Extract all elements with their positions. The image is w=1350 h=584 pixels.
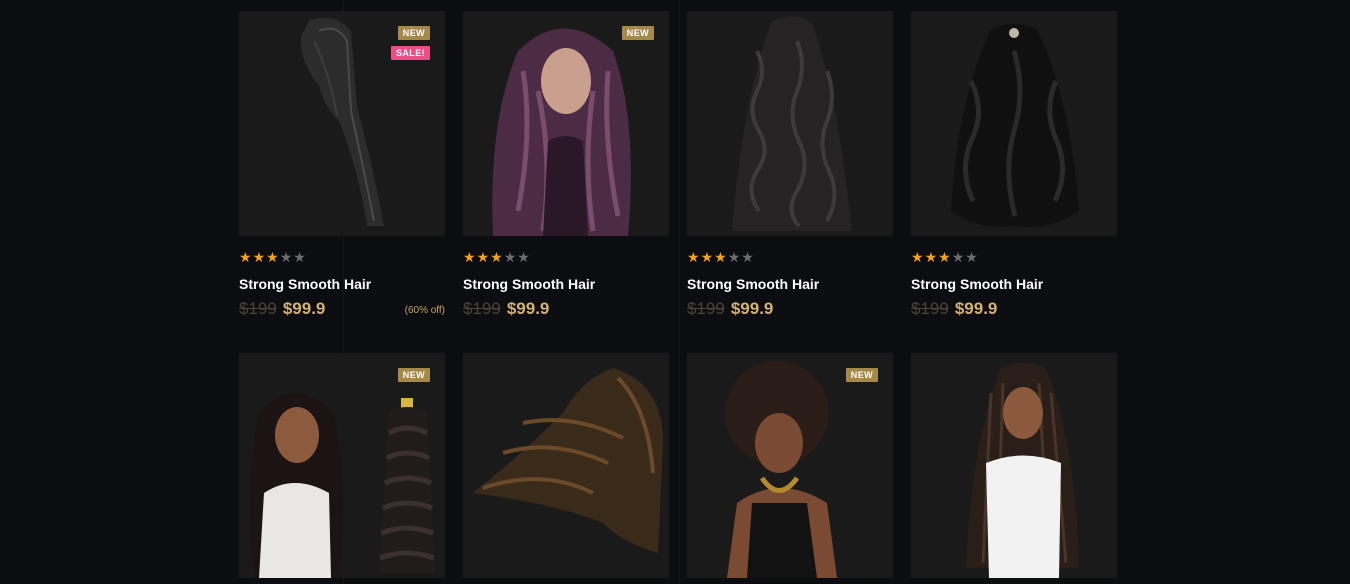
product-image[interactable]: NEW (687, 353, 893, 578)
product-image[interactable]: NEW SALE! (239, 11, 445, 236)
star-icon: ★ (741, 249, 754, 265)
star-icon: ★ (951, 249, 965, 265)
product-card[interactable] (463, 353, 669, 578)
star-icon: ★ (965, 249, 978, 265)
old-price: $199 (463, 299, 501, 318)
new-badge: NEW (621, 26, 654, 40)
product-title[interactable]: Strong Smooth Hair (239, 276, 445, 292)
price-row: $199 $99.9 (60% off) (239, 299, 445, 319)
product-image[interactable] (911, 11, 1117, 236)
price-row: $199 $99.9 (687, 299, 893, 319)
product-image[interactable] (911, 353, 1117, 578)
star-icon: ★ (279, 249, 293, 265)
star-icon: ★ (463, 249, 476, 265)
rating-stars: ★ ★ ★ ★ ★ (687, 250, 893, 264)
star-icon: ★ (517, 249, 530, 265)
rating-stars: ★ ★ ★ ★ ★ (911, 250, 1117, 264)
star-icon: ★ (293, 249, 306, 265)
discount-label: (60% off) (404, 305, 445, 316)
star-icon: ★ (490, 249, 503, 265)
sale-badge: SALE! (391, 46, 430, 60)
new-badge: NEW (845, 368, 878, 382)
price-row: $199 $99.9 (463, 299, 669, 319)
product-card[interactable]: NEW (687, 353, 893, 578)
star-icon: ★ (503, 249, 517, 265)
product-card[interactable]: ★ ★ ★ ★ ★ Strong Smooth Hair $199 $99.9 (687, 11, 893, 353)
old-price: $199 (239, 299, 277, 318)
star-icon: ★ (687, 249, 700, 265)
rating-stars: ★ ★ ★ ★ ★ (239, 250, 445, 264)
star-icon: ★ (252, 249, 266, 265)
product-card[interactable]: NEW SALE! ★ ★ ★ ★ ★ Strong Smooth Hair $… (239, 11, 445, 353)
star-icon: ★ (911, 249, 924, 265)
product-title[interactable]: Strong Smooth Hair (911, 276, 1117, 292)
product-image[interactable]: NEW (463, 11, 669, 236)
old-price: $199 (687, 299, 725, 318)
product-card[interactable]: NEW ★ ★ ★ ★ ★ Strong Smooth Hair $199 $9… (463, 11, 669, 353)
star-icon: ★ (714, 249, 727, 265)
rating-stars: ★ ★ ★ ★ ★ (463, 250, 669, 264)
sale-price: $99.9 (506, 299, 550, 318)
new-badge: NEW (397, 26, 430, 40)
product-image[interactable]: NEW (239, 353, 445, 578)
product-image[interactable] (687, 11, 893, 236)
star-icon: ★ (476, 249, 490, 265)
star-icon: ★ (700, 249, 714, 265)
sale-price: $99.9 (954, 299, 998, 318)
old-price: $199 (911, 299, 949, 318)
price-row: $199 $99.9 (911, 299, 1117, 319)
sale-price: $99.9 (730, 299, 774, 318)
star-icon: ★ (938, 249, 951, 265)
new-badge: NEW (397, 368, 430, 382)
sale-price: $99.9 (282, 299, 326, 318)
product-card[interactable]: NEW (239, 353, 445, 578)
star-icon: ★ (239, 249, 252, 265)
product-title[interactable]: Strong Smooth Hair (463, 276, 669, 292)
product-card[interactable]: ★ ★ ★ ★ ★ Strong Smooth Hair $199 $99.9 (911, 11, 1117, 353)
star-icon: ★ (727, 249, 741, 265)
product-card[interactable] (911, 353, 1117, 578)
star-icon: ★ (924, 249, 938, 265)
product-title[interactable]: Strong Smooth Hair (687, 276, 893, 292)
product-grid: NEW SALE! ★ ★ ★ ★ ★ Strong Smooth Hair $… (239, 11, 1117, 578)
star-icon: ★ (266, 249, 279, 265)
product-image[interactable] (463, 353, 669, 578)
